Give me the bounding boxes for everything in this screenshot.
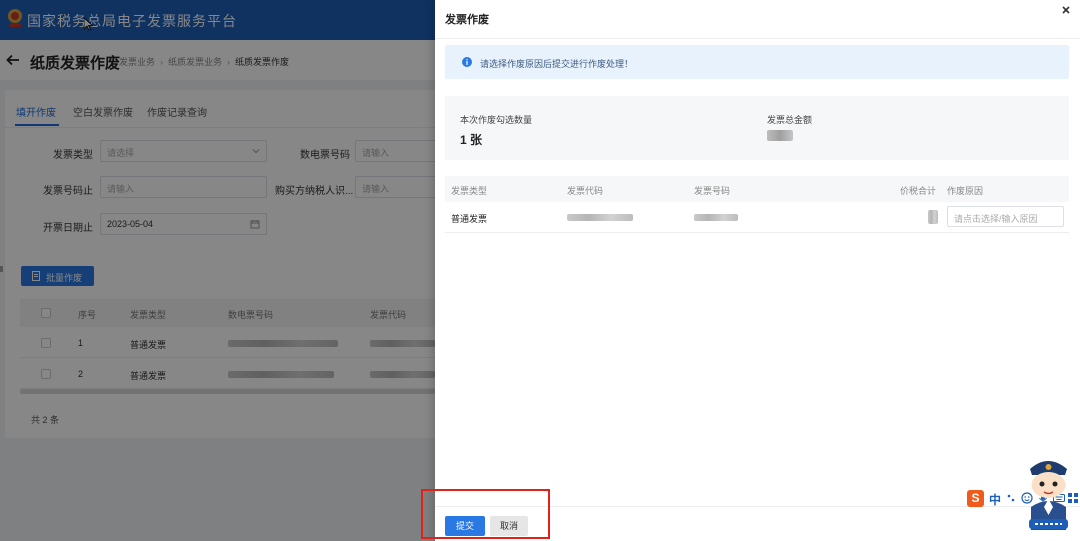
punctuation-icon[interactable] [1006,492,1018,504]
void-reason-input[interactable]: 请点击选择/输入原因 [947,206,1064,227]
selected-count-label: 本次作废勾选数量 [460,115,533,125]
red-highlight-box [421,489,550,539]
redacted-total-amount [767,130,793,141]
column-header: 作废原因 [947,186,984,196]
info-alert: 请选择作废原因后提交进行作废处理！ [445,45,1069,79]
drawer-divider [435,38,1080,39]
column-header: 价税合计 [900,186,937,196]
edge-marker [0,266,3,272]
drawer-table-row: 普通发票 请点击选择/输入原因 [445,202,1069,233]
void-invoice-drawer: 发票作废 请选择作废原因后提交进行作废处理！ 本次作废勾选数量 1 张 发票总金… [435,0,1080,541]
column-header: 发票类型 [451,186,488,196]
row-invoice-type: 普通发票 [451,214,488,224]
ime-language-toggle[interactable]: 中 [989,491,1001,508]
tax-assistant-mascot-icon[interactable] [1025,455,1072,530]
selected-count-value: 1 张 [460,133,483,147]
drawer-title: 发票作废 [445,14,489,26]
sogou-logo-icon[interactable]: S [967,490,984,507]
column-header: 发票代码 [567,186,604,196]
redacted-invoice-no [694,214,738,221]
total-amount-label: 发票总金额 [767,115,813,125]
drawer-table-header: 发票类型 发票代码 发票号码 价税合计 作废原因 [445,176,1069,202]
close-icon[interactable] [1061,5,1071,15]
modal-overlay[interactable] [0,0,435,541]
info-icon [462,57,472,67]
void-reason-placeholder: 请点击选择/输入原因 [954,214,1038,224]
redacted-invoice-code [567,214,633,221]
alert-message: 请选择作废原因后提交进行作废处理！ [480,59,634,69]
column-header: 发票号码 [694,186,731,196]
void-summary: 本次作废勾选数量 1 张 发票总金额 [445,96,1069,160]
redacted-total-tax [928,210,938,224]
